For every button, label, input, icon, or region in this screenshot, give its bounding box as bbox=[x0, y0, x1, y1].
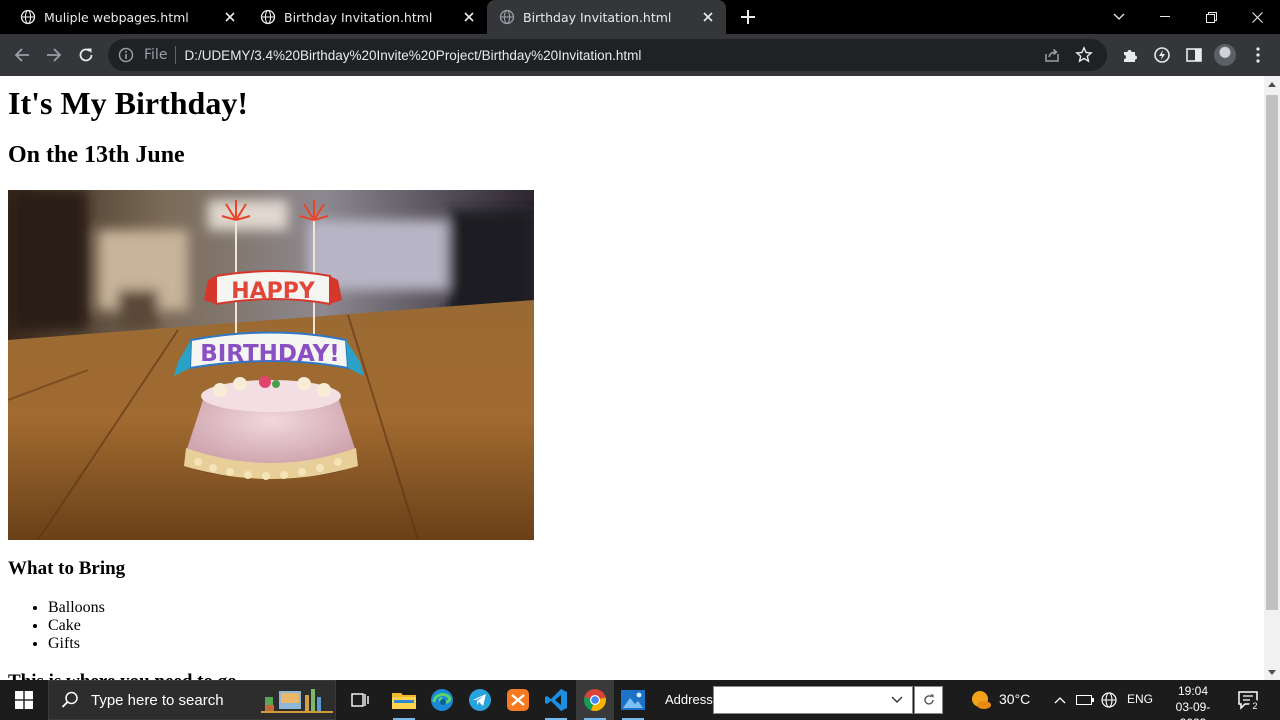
menu-kebab-icon[interactable] bbox=[1248, 45, 1268, 65]
star-icon[interactable] bbox=[1075, 46, 1093, 64]
windows-logo-icon bbox=[15, 691, 33, 709]
tab-title: Birthday Invitation.html bbox=[523, 9, 672, 25]
page-content: It's My Birthday! On the 13th June HAPPY… bbox=[0, 76, 1264, 680]
url-text[interactable]: D:/UDEMY/3.4%20Birthday%20Invite%20Proje… bbox=[184, 48, 1043, 63]
page-scrollbar[interactable] bbox=[1264, 76, 1280, 680]
tab-multiple-webpages[interactable]: Muliple webpages.html bbox=[0, 0, 248, 34]
file-explorer-app[interactable] bbox=[385, 680, 423, 720]
clock[interactable]: 19:04 03-09-2023 bbox=[1163, 683, 1223, 720]
clock-time: 19:04 bbox=[1177, 684, 1209, 698]
chrome-app[interactable] bbox=[576, 680, 614, 720]
list-item: Gifts bbox=[48, 635, 105, 653]
info-icon[interactable] bbox=[118, 47, 134, 63]
chevron-down-icon[interactable] bbox=[889, 693, 905, 707]
new-tab-button[interactable] bbox=[736, 5, 760, 29]
security-label[interactable]: File bbox=[144, 47, 167, 63]
network-globe-icon[interactable] bbox=[1099, 690, 1119, 710]
edge-app[interactable] bbox=[423, 680, 461, 720]
arrow-right-icon bbox=[47, 48, 62, 62]
photos-app[interactable] bbox=[614, 680, 652, 720]
what-to-bring-heading: What to Bring bbox=[8, 558, 126, 579]
refresh-icon bbox=[923, 694, 934, 705]
tab-birthday-invitation-1[interactable]: Birthday Invitation.html bbox=[240, 0, 487, 34]
weather-temperature[interactable]: 30°C bbox=[999, 691, 1030, 707]
side-panel-icon[interactable] bbox=[1184, 45, 1204, 65]
extensions-icon[interactable] bbox=[1120, 45, 1140, 65]
omnibox-divider bbox=[175, 46, 177, 64]
clock-date: 03-09-2023 bbox=[1175, 700, 1211, 720]
address-toolbar-input[interactable] bbox=[713, 686, 913, 714]
tab-strip: Muliple webpages.html Birthday Invitatio… bbox=[0, 0, 1280, 34]
tab-title: Birthday Invitation.html bbox=[284, 9, 433, 25]
address-go-button[interactable] bbox=[914, 686, 943, 714]
edge-icon bbox=[431, 689, 453, 711]
tab-birthday-invitation-active[interactable]: Birthday Invitation.html bbox=[487, 0, 726, 34]
photos-icon bbox=[621, 690, 645, 710]
chevron-down-icon bbox=[1113, 13, 1125, 20]
cake-photo-illustration: HAPPY BIRTHDAY! bbox=[8, 190, 534, 540]
close-window-button[interactable] bbox=[1234, 0, 1280, 34]
search-icon bbox=[61, 691, 78, 708]
search-highlight-icon[interactable] bbox=[261, 683, 333, 717]
notification-count-badge: 2 bbox=[1249, 700, 1261, 712]
globe-icon bbox=[20, 9, 36, 25]
minimize-icon bbox=[1160, 16, 1170, 17]
reload-button[interactable] bbox=[72, 41, 100, 69]
minimize-button[interactable] bbox=[1142, 0, 1188, 34]
taskbar-search-box[interactable]: Type here to search bbox=[48, 680, 336, 720]
birthday-cake-image: HAPPY BIRTHDAY! bbox=[8, 190, 534, 540]
address-toolbar-label: Address bbox=[665, 692, 713, 707]
page-subtitle: On the 13th June bbox=[8, 142, 185, 168]
chrome-icon bbox=[584, 689, 606, 712]
cake-topper-text-birthday: BIRTHDAY! bbox=[200, 341, 340, 367]
scroll-down-arrow-icon[interactable] bbox=[1264, 664, 1280, 680]
list-item: Cake bbox=[48, 617, 105, 635]
address-bar[interactable]: File D:/UDEMY/3.4%20Birthday%20Invite%20… bbox=[108, 39, 1107, 71]
scrollbar-thumb[interactable] bbox=[1266, 95, 1278, 610]
input-language[interactable]: ENG bbox=[1127, 692, 1153, 706]
start-button[interactable] bbox=[0, 680, 48, 720]
vscode-app[interactable] bbox=[537, 680, 575, 720]
close-tab-icon[interactable] bbox=[459, 7, 479, 27]
windows-taskbar: Type here to search Address 30°C ENG 19:… bbox=[0, 680, 1280, 720]
task-view-icon bbox=[351, 693, 369, 707]
scroll-up-arrow-icon[interactable] bbox=[1264, 76, 1280, 92]
show-hidden-icons-button[interactable] bbox=[1052, 690, 1068, 710]
close-tab-icon[interactable] bbox=[220, 7, 240, 27]
bring-list: Balloons Cake Gifts bbox=[48, 599, 105, 653]
battery-icon[interactable] bbox=[1075, 690, 1095, 710]
browser-toolbar: File D:/UDEMY/3.4%20Birthday%20Invite%20… bbox=[0, 34, 1280, 76]
forward-button[interactable] bbox=[40, 41, 68, 69]
close-icon bbox=[1251, 11, 1263, 23]
directions-heading: This is where you need to go bbox=[8, 670, 237, 680]
search-placeholder: Type here to search bbox=[91, 691, 224, 709]
close-tab-icon[interactable] bbox=[698, 7, 718, 27]
telegram-app[interactable] bbox=[461, 680, 499, 720]
globe-icon bbox=[260, 9, 276, 25]
xampp-app[interactable] bbox=[499, 680, 537, 720]
extension-shield-icon[interactable] bbox=[1152, 45, 1172, 65]
folder-icon bbox=[392, 693, 416, 709]
restore-button[interactable] bbox=[1188, 0, 1234, 34]
back-button[interactable] bbox=[8, 41, 36, 69]
list-item: Balloons bbox=[48, 599, 105, 617]
chevron-up-icon bbox=[1054, 697, 1066, 704]
xampp-icon bbox=[507, 689, 529, 711]
share-icon[interactable] bbox=[1043, 46, 1061, 64]
task-view-button[interactable] bbox=[341, 680, 379, 720]
reload-icon bbox=[79, 48, 93, 62]
telegram-icon bbox=[469, 689, 491, 711]
tab-title: Muliple webpages.html bbox=[44, 9, 189, 25]
vscode-icon bbox=[545, 689, 567, 711]
profile-avatar[interactable] bbox=[1214, 44, 1236, 66]
restore-icon bbox=[1205, 11, 1217, 23]
globe-icon bbox=[499, 9, 515, 25]
arrow-left-icon bbox=[14, 48, 29, 62]
cake-topper-text-happy: HAPPY bbox=[231, 279, 316, 304]
tab-search-button[interactable] bbox=[1096, 0, 1142, 34]
page-title: It's My Birthday! bbox=[8, 85, 248, 121]
plus-icon bbox=[741, 10, 755, 24]
weather-sun-cloud-icon[interactable] bbox=[970, 689, 992, 711]
